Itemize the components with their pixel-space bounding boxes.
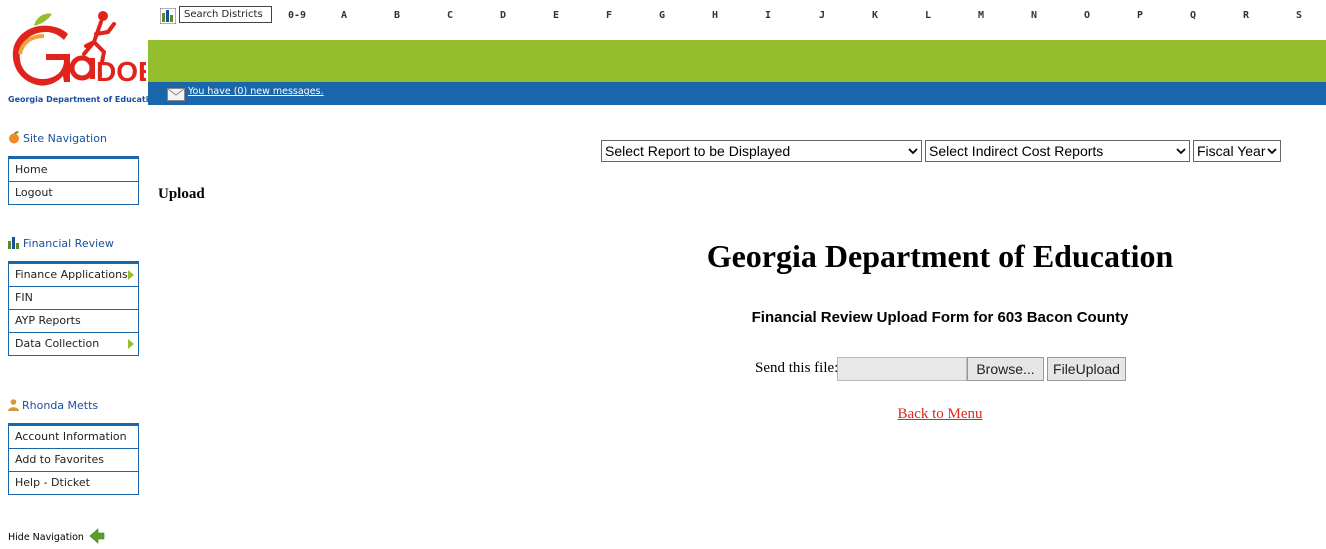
- chevron-down-icon: [1176, 148, 1186, 155]
- financial-review-label: Financial Review: [23, 237, 114, 250]
- alphabet-letter-link[interactable]: N: [1031, 10, 1037, 21]
- hide-navigation-label: Hide Navigation: [8, 532, 84, 543]
- sidebar-item-label: Data Collection: [15, 337, 100, 350]
- alphabet-letter-link[interactable]: H: [712, 10, 718, 21]
- alphabet-letter-link[interactable]: L: [925, 10, 931, 21]
- alphabet-letter-link[interactable]: D: [500, 10, 506, 21]
- site-navigation-heading: Site Navigation: [8, 131, 107, 147]
- chevron-down-icon: [908, 148, 918, 155]
- alphabet-letter-link[interactable]: M: [978, 10, 984, 21]
- alphabet-letter-link[interactable]: F: [606, 10, 612, 21]
- alphabet-letter-link[interactable]: A: [341, 10, 347, 21]
- report-select[interactable]: Select Report to be Displayed: [601, 140, 922, 162]
- fiscal-year-select-value: Fiscal Year: [1197, 143, 1266, 159]
- chevron-down-icon: [1267, 148, 1277, 155]
- send-file-label: Send this file:: [755, 360, 839, 376]
- alphabet-letter-link[interactable]: J: [819, 10, 825, 21]
- sidebar-item-label: FIN: [15, 291, 33, 304]
- alphabet-letter-link[interactable]: 0-9: [288, 10, 306, 21]
- sidebar-item-ayp-reports[interactable]: AYP Reports: [9, 310, 138, 333]
- messages-link[interactable]: You have (0) new messages.: [188, 86, 324, 97]
- user-menu: Account Information Add to Favorites Hel…: [8, 423, 139, 495]
- alphabet-letter-link[interactable]: K: [872, 10, 878, 21]
- alphabet-letter-link[interactable]: C: [447, 10, 453, 21]
- sidebar-item-fin[interactable]: FIN: [9, 287, 138, 310]
- sidebar-item-label: Finance Applications: [15, 268, 128, 281]
- alphabet-letter-link[interactable]: R: [1243, 10, 1249, 21]
- financial-review-menu: Finance Applications FIN AYP Reports Dat…: [8, 261, 139, 356]
- envelope-icon[interactable]: [167, 88, 185, 101]
- fiscal-year-select[interactable]: Fiscal Year: [1193, 140, 1281, 162]
- green-left-arrow-icon: [89, 528, 105, 547]
- sidebar-item-add-to-favorites[interactable]: Add to Favorites: [9, 449, 138, 472]
- alphabet-letter-link[interactable]: P: [1137, 10, 1143, 21]
- search-districts-input[interactable]: Search Districts: [179, 6, 272, 23]
- alphabet-letter-link[interactable]: O: [1084, 10, 1090, 21]
- user-icon: [8, 399, 19, 414]
- browse-button[interactable]: Browse...: [967, 357, 1044, 381]
- financial-review-heading: Financial Review: [8, 237, 114, 252]
- sidebar-item-account-information[interactable]: Account Information: [9, 426, 138, 449]
- districts-icon[interactable]: [159, 7, 177, 25]
- alphabet-letter-link[interactable]: Q: [1190, 10, 1196, 21]
- alphabet-letter-link[interactable]: E: [553, 10, 559, 21]
- sidebar-item-help-dticket[interactable]: Help - Dticket: [9, 472, 138, 495]
- submenu-arrow-icon: [128, 339, 134, 349]
- hide-navigation-toggle[interactable]: Hide Navigation: [8, 528, 105, 547]
- alphabet-letter-link[interactable]: S: [1296, 10, 1302, 21]
- report-select-value: Select Report to be Displayed: [605, 143, 791, 159]
- sidebar-item-home[interactable]: Home: [9, 159, 138, 182]
- logo-caption: Georgia Department of Education: [8, 95, 160, 104]
- peach-icon: [8, 131, 20, 147]
- alphabet-letter-link[interactable]: B: [394, 10, 400, 21]
- form-subtitle: Financial Review Upload Form for 603 Bac…: [751, 309, 1129, 326]
- message-bar: [148, 82, 1326, 105]
- indirect-cost-select-value: Select Indirect Cost Reports: [929, 143, 1104, 159]
- sidebar-item-finance-applications[interactable]: Finance Applications: [9, 264, 138, 287]
- submenu-arrow-icon: [128, 270, 134, 280]
- site-navigation-menu: Home Logout: [8, 156, 139, 205]
- site-navigation-label: Site Navigation: [23, 132, 107, 145]
- bar-chart-icon: [8, 237, 20, 252]
- header-green-bar: [148, 40, 1326, 82]
- alphabet-letter-link[interactable]: I: [765, 10, 771, 21]
- user-name-label: Rhonda Metts: [22, 399, 99, 412]
- svg-text:DOE: DOE: [96, 56, 146, 87]
- back-to-menu-link[interactable]: Back to Menu: [640, 406, 1240, 423]
- file-upload-button[interactable]: FileUpload: [1047, 357, 1126, 381]
- upload-label: Upload: [158, 186, 205, 202]
- user-heading: Rhonda Metts: [8, 399, 98, 414]
- sidebar-item-data-collection[interactable]: Data Collection: [9, 333, 138, 356]
- sidebar-item-label: AYP Reports: [15, 314, 81, 327]
- indirect-cost-select[interactable]: Select Indirect Cost Reports: [925, 140, 1190, 162]
- sidebar-item-logout[interactable]: Logout: [9, 182, 138, 205]
- page-title: Georgia Department of Education: [706, 238, 1174, 274]
- logo-graphic: DOE: [12, 11, 157, 87]
- file-path-field[interactable]: [837, 357, 967, 381]
- gadoe-logo[interactable]: DOE Georgia Department of Education: [6, 2, 160, 104]
- alphabet-letter-link[interactable]: G: [659, 10, 665, 21]
